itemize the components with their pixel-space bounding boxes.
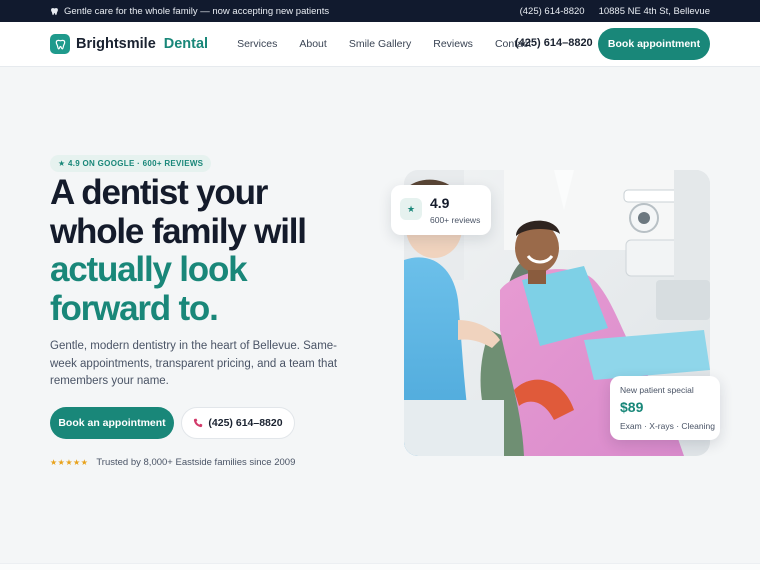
nav-menu: Services About Smile Gallery Reviews Con… (237, 38, 553, 50)
nav-link-reviews[interactable]: Reviews (433, 38, 473, 50)
rating-value: 4.9 (430, 195, 450, 211)
headline-accent-1: actually look (50, 250, 248, 289)
brand-name: Brightsmile (76, 36, 156, 52)
star-icon: ★ (400, 198, 422, 220)
call-phone-button[interactable]: (425) 614–8820 (181, 407, 295, 439)
hero-description: Gentle, modern dentistry in the heart of… (50, 340, 338, 387)
review-count: 600+ reviews (430, 215, 481, 225)
section-divider (0, 563, 760, 570)
rating-card: ★ 4.9 600+ reviews (391, 185, 491, 235)
brand-name-accent: Dental (163, 36, 209, 52)
call-phone-label: (425) 614–8820 (208, 417, 283, 429)
topbar-phone-link[interactable]: (425) 614-8820 (520, 6, 585, 17)
headline-line-2: whole family will (50, 211, 307, 251)
trust-line: ★★★★★ Trusted by 8,000+ Eastside familie… (50, 457, 295, 468)
main-navigation: Brightsmile Dental Services About Smile … (0, 22, 760, 67)
announcement-bar: Gentle care for the whole family — now a… (0, 0, 760, 22)
book-appointment-button[interactable]: Book appointment (598, 28, 710, 60)
topbar-address: 10885 NE 4th St, Bellevue (598, 5, 710, 17)
announcement-right: (425) 614-8820 10885 NE 4th St, Bellevue (520, 6, 710, 17)
nav-link-services[interactable]: Services (237, 38, 277, 50)
new-patient-special-card: New patient special $89 Exam · X-rays · … (610, 376, 720, 440)
phone-icon (194, 418, 203, 428)
trust-text: Trusted by 8,000+ Eastside families sinc… (96, 457, 296, 468)
nav-phone-link[interactable]: (425) 614–8820 (515, 37, 593, 49)
book-an-appointment-button[interactable]: Book an appointment (50, 407, 174, 439)
announcement-tagline: Gentle care for the whole family — now a… (64, 5, 330, 17)
special-label: New patient special (620, 385, 694, 395)
hero-headline: A dentist your whole family will actuall… (50, 173, 370, 328)
special-price: $89 (620, 399, 644, 415)
tooth-icon (51, 7, 58, 15)
nav-link-smile-gallery[interactable]: Smile Gallery (349, 38, 411, 50)
star-rating-icon: ★★★★★ (50, 458, 89, 467)
headline-accent-2: forward to. (50, 288, 219, 328)
headline-line-1: A dentist your (50, 173, 268, 212)
special-items: Exam · X-rays · Cleaning (620, 421, 715, 431)
nav-link-about[interactable]: About (299, 38, 326, 50)
rating-badge: ★ 4.9 ON GOOGLE · 600+ REVIEWS (50, 155, 212, 172)
logo[interactable]: Brightsmile Dental (50, 34, 208, 54)
tooth-logo-icon (50, 34, 70, 54)
announcement-left: Gentle care for the whole family — now a… (50, 6, 329, 17)
